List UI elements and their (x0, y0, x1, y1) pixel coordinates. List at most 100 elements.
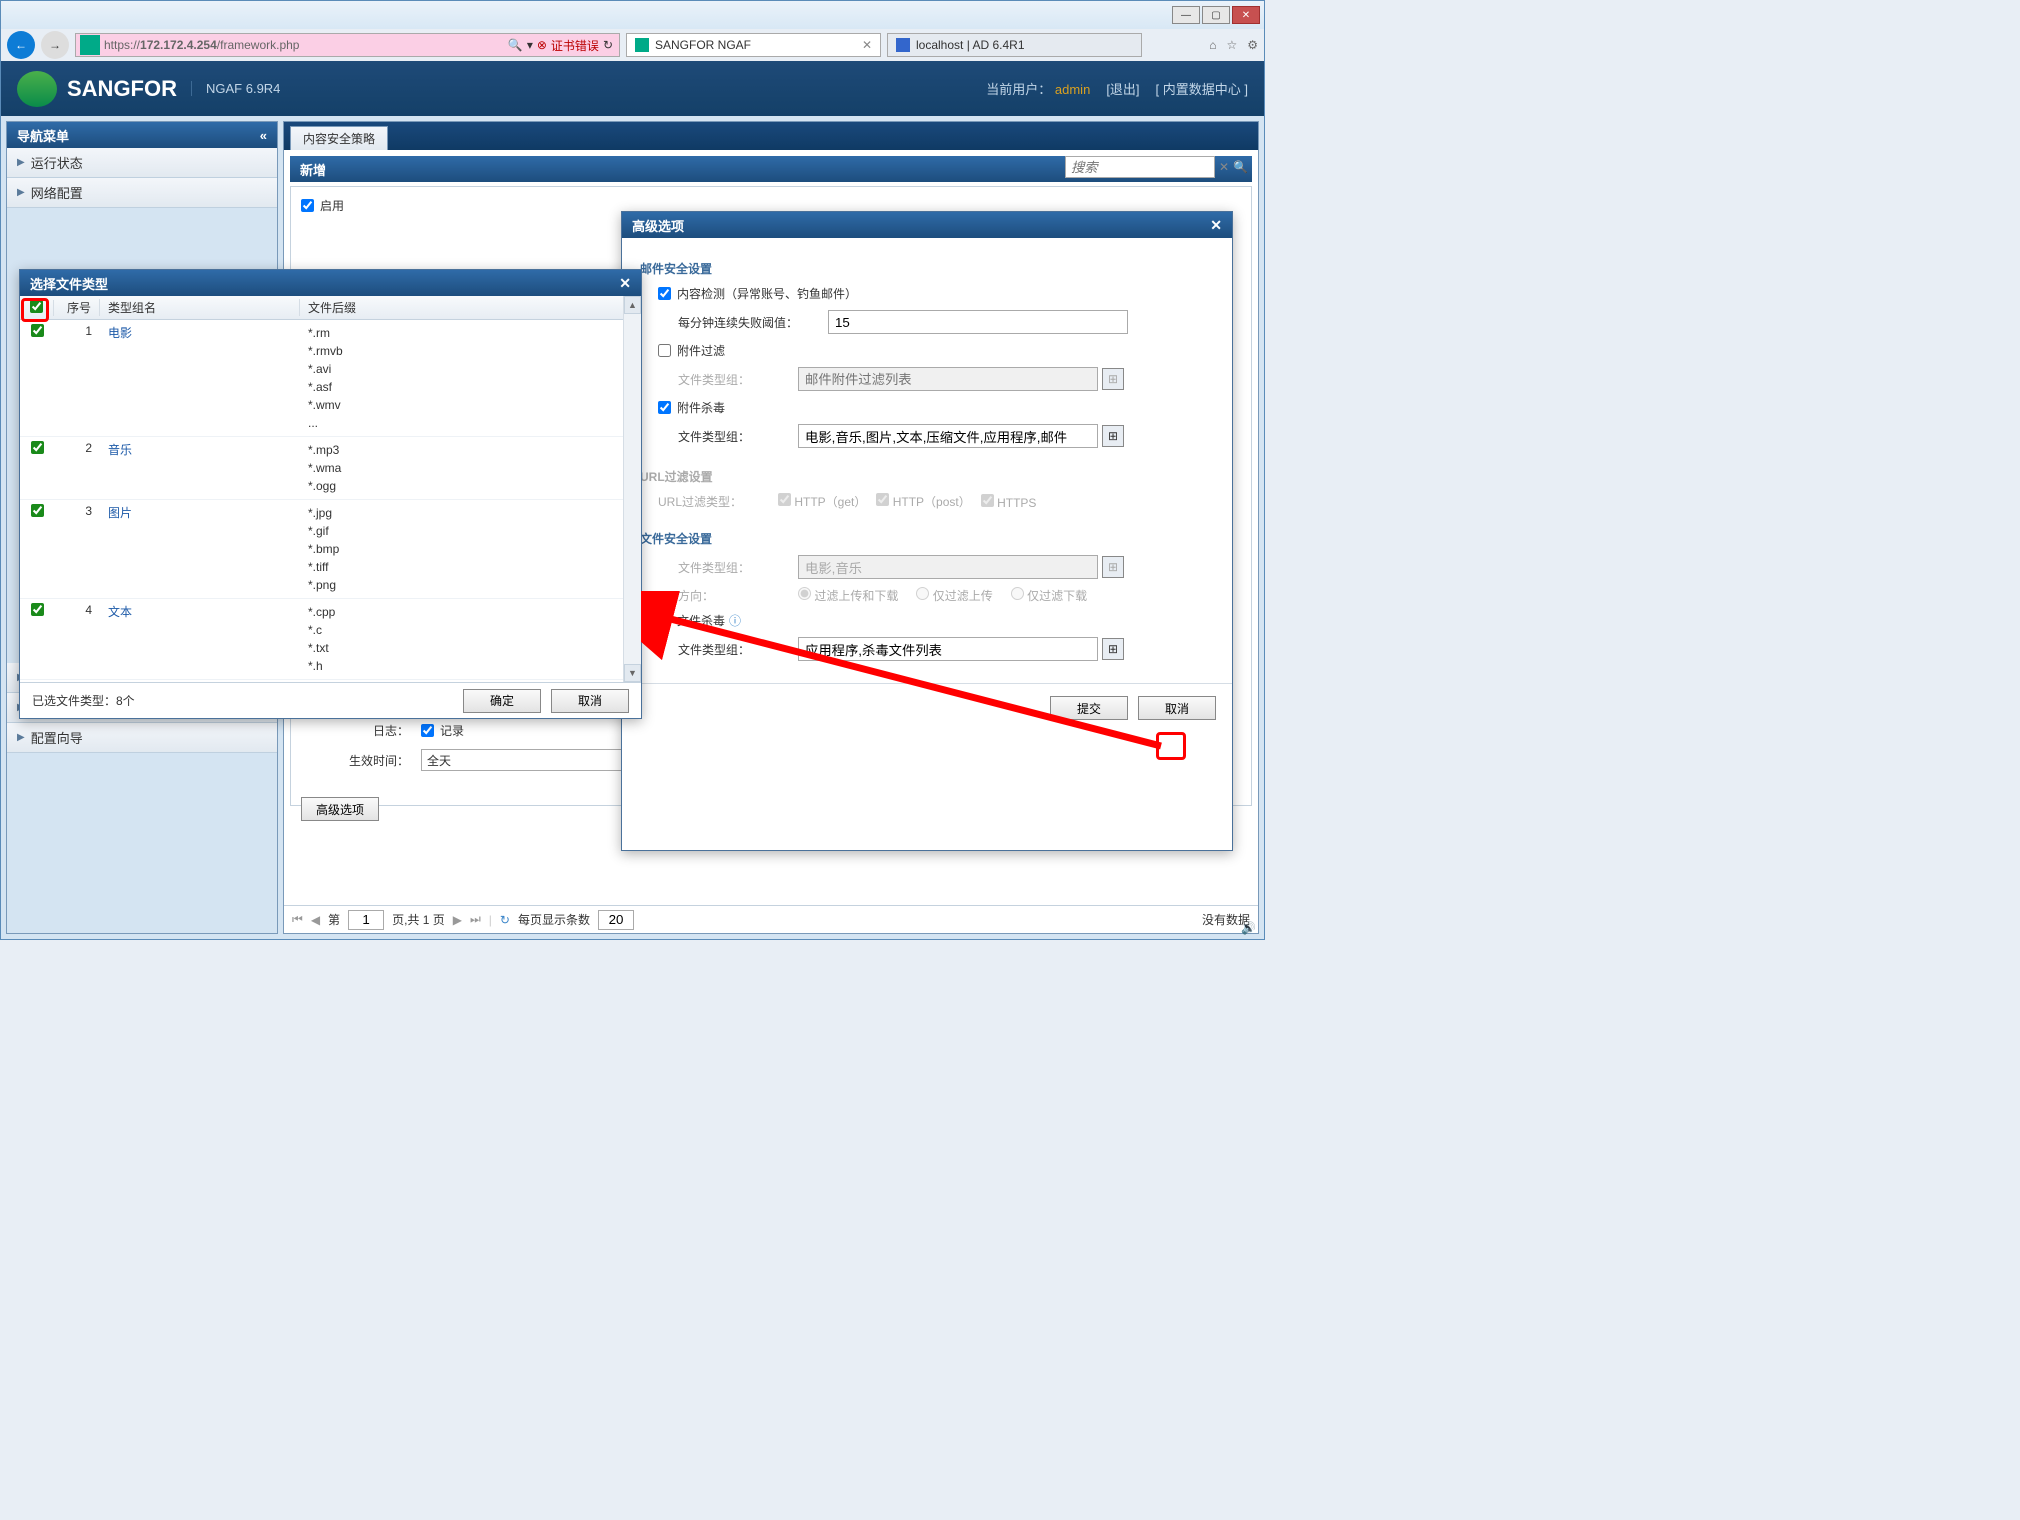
first-page-icon[interactable]: ⏮ (292, 912, 303, 927)
fail-threshold-input[interactable] (828, 310, 1128, 334)
row-exts: *.rm*.rmvb*.avi*.asf*.wmv... (300, 320, 641, 436)
attach-scan-filetype-input[interactable] (798, 424, 1098, 448)
datacenter-link[interactable]: [ 内置数据中心 ] (1156, 79, 1248, 98)
current-user: admin (1055, 82, 1090, 97)
cert-error-label[interactable]: 证书错误 (551, 37, 599, 54)
window-title-bar: — ▢ ✕ (1, 1, 1264, 29)
dialog-title: 选择文件类型 (30, 274, 108, 293)
brand-name: SANGFOR (67, 76, 177, 102)
file-scan-label: 文件杀毒 (677, 612, 725, 629)
file-scan-filetype-input[interactable] (798, 637, 1098, 661)
row-name[interactable]: 电影 (100, 320, 300, 436)
dialog-close-icon[interactable]: ✕ (1210, 217, 1222, 234)
row-name[interactable]: 音乐 (100, 437, 300, 499)
browser-toolbar: ← → https://172.172.4.254/framework.php … (1, 29, 1264, 61)
row-num: 1 (54, 320, 100, 436)
table-header: 序号 类型组名 文件后缀 (20, 296, 641, 320)
submit-button[interactable]: 提交 (1050, 696, 1128, 720)
row-checkbox[interactable] (31, 603, 44, 616)
tab-close-icon[interactable]: ✕ (862, 38, 872, 52)
scrollbar[interactable]: ▲ ▼ (623, 296, 641, 682)
search-go-icon[interactable]: 🔍 (1233, 160, 1248, 174)
col-name-header: 类型组名 (100, 299, 300, 316)
attach-scan-checkbox[interactable] (658, 401, 671, 414)
search-clear-icon[interactable]: ✕ (1219, 160, 1229, 174)
mail-filetype-input (798, 367, 1098, 391)
file-section-title: 文件安全设置 (640, 530, 1214, 547)
row-checkbox[interactable] (31, 504, 44, 517)
file-filter-picker-icon: ⊞ (1102, 556, 1124, 578)
refresh-icon[interactable]: ↻ (603, 38, 613, 52)
row-exts: *.jpg*.gif*.bmp*.tiff*.png (300, 500, 641, 598)
dir-down-radio (1011, 587, 1024, 600)
nav-forward-button[interactable]: → (41, 31, 69, 59)
table-row[interactable]: 4文本*.cpp*.c*.txt*.h (20, 599, 641, 680)
attach-scan-picker-icon[interactable]: ⊞ (1102, 425, 1124, 447)
content-check-label: 内容检测（异常账号、钓鱼邮件） (677, 285, 857, 302)
sidebar-item-network[interactable]: ▶网络配置 (7, 178, 277, 208)
table-row[interactable]: 1电影*.rm*.rmvb*.avi*.asf*.wmv... (20, 320, 641, 437)
file-scan-checkbox[interactable] (658, 614, 671, 627)
content-check-checkbox[interactable] (658, 287, 671, 300)
row-checkbox[interactable] (31, 324, 44, 337)
row-exts: *.cpp*.c*.txt*.h (300, 599, 641, 679)
sidebar-collapse-icon[interactable]: « (260, 128, 267, 143)
refresh-page-icon[interactable]: ↻ (500, 913, 510, 927)
sidebar-header: 导航菜单 « (7, 122, 277, 148)
select-all-checkbox[interactable] (30, 300, 43, 313)
https-checkbox (981, 494, 994, 507)
attach-filter-checkbox[interactable] (658, 344, 671, 357)
fail-threshold-label: 每分钟连续失败阈值： (678, 314, 828, 331)
cancel-button[interactable]: 取消 (551, 689, 629, 713)
col-ext-header: 文件后缀 (300, 299, 641, 316)
prev-page-icon[interactable]: ◀ (311, 913, 320, 927)
row-name[interactable]: 文本 (100, 599, 300, 679)
info-icon[interactable]: ⓘ (729, 612, 741, 629)
row-name[interactable]: 图片 (100, 500, 300, 598)
next-page-icon[interactable]: ▶ (453, 913, 462, 927)
enable-checkbox[interactable] (301, 199, 314, 212)
home-icon[interactable]: ⌂ (1209, 38, 1216, 52)
table-row[interactable]: 3图片*.jpg*.gif*.bmp*.tiff*.png (20, 500, 641, 599)
row-checkbox[interactable] (31, 441, 44, 454)
dir-up-radio (916, 587, 929, 600)
sidebar-item-status[interactable]: ▶运行状态 (7, 148, 277, 178)
browser-tab-2[interactable]: localhost | AD 6.4R1 (887, 33, 1142, 57)
dialog-title: 高级选项 (632, 216, 684, 235)
search-input[interactable] (1065, 156, 1215, 178)
log-record-label: 记录 (440, 722, 464, 739)
mail-section-title: 邮件安全设置 (640, 260, 1214, 277)
cancel-button[interactable]: 取消 (1138, 696, 1216, 720)
row-num: 2 (54, 437, 100, 499)
window-close-button[interactable]: ✕ (1232, 6, 1260, 24)
file-scan-picker-icon[interactable]: ⊞ (1102, 638, 1124, 660)
advanced-options-dialog: 高级选项 ✕ 邮件安全设置 内容检测（异常账号、钓鱼邮件） 每分钟连续失败阈值：… (621, 211, 1233, 851)
per-page-input[interactable] (598, 910, 634, 930)
ok-button[interactable]: 确定 (463, 689, 541, 713)
tools-icon[interactable]: ⚙ (1247, 38, 1258, 52)
tab-favicon (635, 38, 649, 52)
advanced-options-button[interactable]: 高级选项 (301, 797, 379, 821)
current-user-label: 当前用户： (986, 82, 1051, 97)
nav-back-button[interactable]: ← (7, 31, 35, 59)
sound-icon[interactable]: 🔊 (1241, 921, 1256, 935)
tab-favicon (896, 38, 910, 52)
log-record-checkbox[interactable] (421, 724, 434, 737)
search-icon[interactable]: 🔍 (508, 38, 523, 52)
window-minimize-button[interactable]: — (1172, 6, 1200, 24)
browser-tab-1[interactable]: SANGFOR NGAF ✕ (626, 33, 881, 57)
content-tab-strip: 内容安全策略 (284, 122, 1258, 150)
scroll-up-icon[interactable]: ▲ (624, 296, 641, 314)
address-bar[interactable]: https://172.172.4.254/framework.php 🔍▾ ⊗… (75, 33, 620, 57)
sidebar-item-wizard[interactable]: ▶配置向导 (7, 723, 277, 753)
row-num: 3 (54, 500, 100, 598)
table-row[interactable]: 2音乐*.mp3*.wma*.ogg (20, 437, 641, 500)
tab-content-policy[interactable]: 内容安全策略 (290, 126, 388, 150)
favorites-icon[interactable]: ☆ (1226, 38, 1237, 52)
logout-link[interactable]: [退出] (1106, 79, 1139, 98)
page-input[interactable] (348, 910, 384, 930)
scroll-down-icon[interactable]: ▼ (624, 664, 641, 682)
window-maximize-button[interactable]: ▢ (1202, 6, 1230, 24)
last-page-icon[interactable]: ⏭ (470, 912, 481, 927)
dialog-close-icon[interactable]: ✕ (619, 275, 631, 292)
